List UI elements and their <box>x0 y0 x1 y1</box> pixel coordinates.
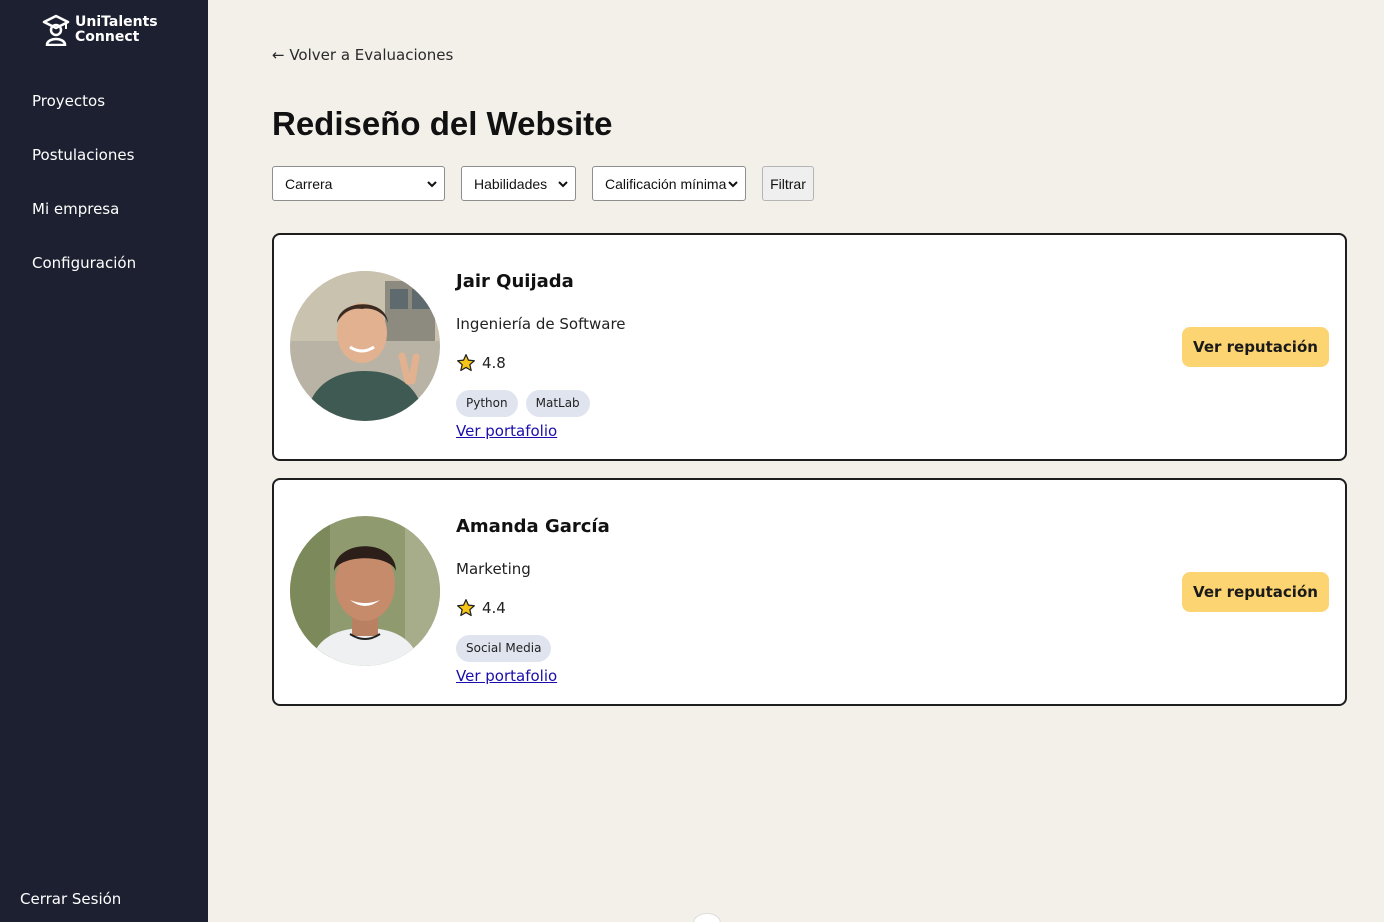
chevron-down-icon <box>728 180 738 187</box>
skill-tag: Social Media <box>456 635 552 662</box>
logo-line-2: Connect <box>75 29 140 45</box>
skills-select-value: Habilidades <box>474 175 548 192</box>
skill-tag: Python <box>456 390 518 417</box>
avatar <box>290 271 440 421</box>
view-reputation-button[interactable]: Ver reputación <box>1182 327 1329 367</box>
sidebar-nav: Proyectos Postulaciones Mi empresa Confi… <box>32 90 136 306</box>
candidate-card: Amanda García Marketing 4.4 Social Media… <box>272 478 1347 706</box>
rating-value: 4.4 <box>482 599 506 617</box>
sidebar-item-configuracion[interactable]: Configuración <box>32 252 136 306</box>
logo-line-1: UniTalents <box>75 14 158 30</box>
sidebar: UniTalents Connect Proyectos Postulacion… <box>0 0 208 922</box>
career-select-value: Carrera <box>285 175 333 192</box>
page-title: Rediseño del Website <box>272 105 613 142</box>
avatar-photo <box>290 271 440 421</box>
sidebar-item-postulaciones[interactable]: Postulaciones <box>32 144 136 198</box>
avatar-photo <box>290 516 440 666</box>
back-link[interactable]: ← Volver a Evaluaciones <box>272 46 453 64</box>
min-rating-select-value: Calificación mínima <box>605 175 727 192</box>
skill-tags: Python MatLab <box>456 390 590 417</box>
app-logo-text: UniTalents Connect <box>75 15 158 45</box>
view-reputation-button[interactable]: Ver reputación <box>1182 572 1329 612</box>
candidate-career: Ingeniería de Software <box>456 315 626 333</box>
rating-value: 4.8 <box>482 354 506 372</box>
skills-select[interactable]: Habilidades <box>461 166 576 201</box>
star-icon <box>457 599 475 617</box>
candidate-career: Marketing <box>456 560 531 578</box>
chevron-down-icon <box>558 180 568 187</box>
skill-tag: MatLab <box>525 390 590 417</box>
app-logo[interactable]: UniTalents Connect <box>42 14 158 46</box>
candidate-rating: 4.4 <box>456 598 506 618</box>
candidate-card: Jair Quijada Ingeniería de Software 4.8 … <box>272 233 1347 461</box>
logout-link[interactable]: Cerrar Sesión <box>20 890 121 908</box>
star-icon <box>457 354 475 372</box>
career-select[interactable]: Carrera <box>272 166 445 201</box>
portfolio-link[interactable]: Ver portafolio <box>456 422 557 440</box>
min-rating-select[interactable]: Calificación mínima <box>592 166 746 201</box>
chevron-down-icon <box>427 180 437 187</box>
floating-widget-button[interactable] <box>693 913 721 922</box>
graduate-icon <box>42 14 70 46</box>
candidate-rating: 4.8 <box>456 353 506 373</box>
portfolio-link[interactable]: Ver portafolio <box>456 667 557 685</box>
candidate-name: Amanda García <box>456 516 610 537</box>
filter-bar: Carrera Habilidades Calificación mínima … <box>272 166 814 201</box>
sidebar-item-proyectos[interactable]: Proyectos <box>32 90 136 144</box>
skill-tags: Social Media <box>456 635 552 662</box>
sidebar-item-mi-empresa[interactable]: Mi empresa <box>32 198 136 252</box>
filter-button[interactable]: Filtrar <box>762 166 814 201</box>
candidate-name: Jair Quijada <box>456 271 574 292</box>
avatar <box>290 516 440 666</box>
